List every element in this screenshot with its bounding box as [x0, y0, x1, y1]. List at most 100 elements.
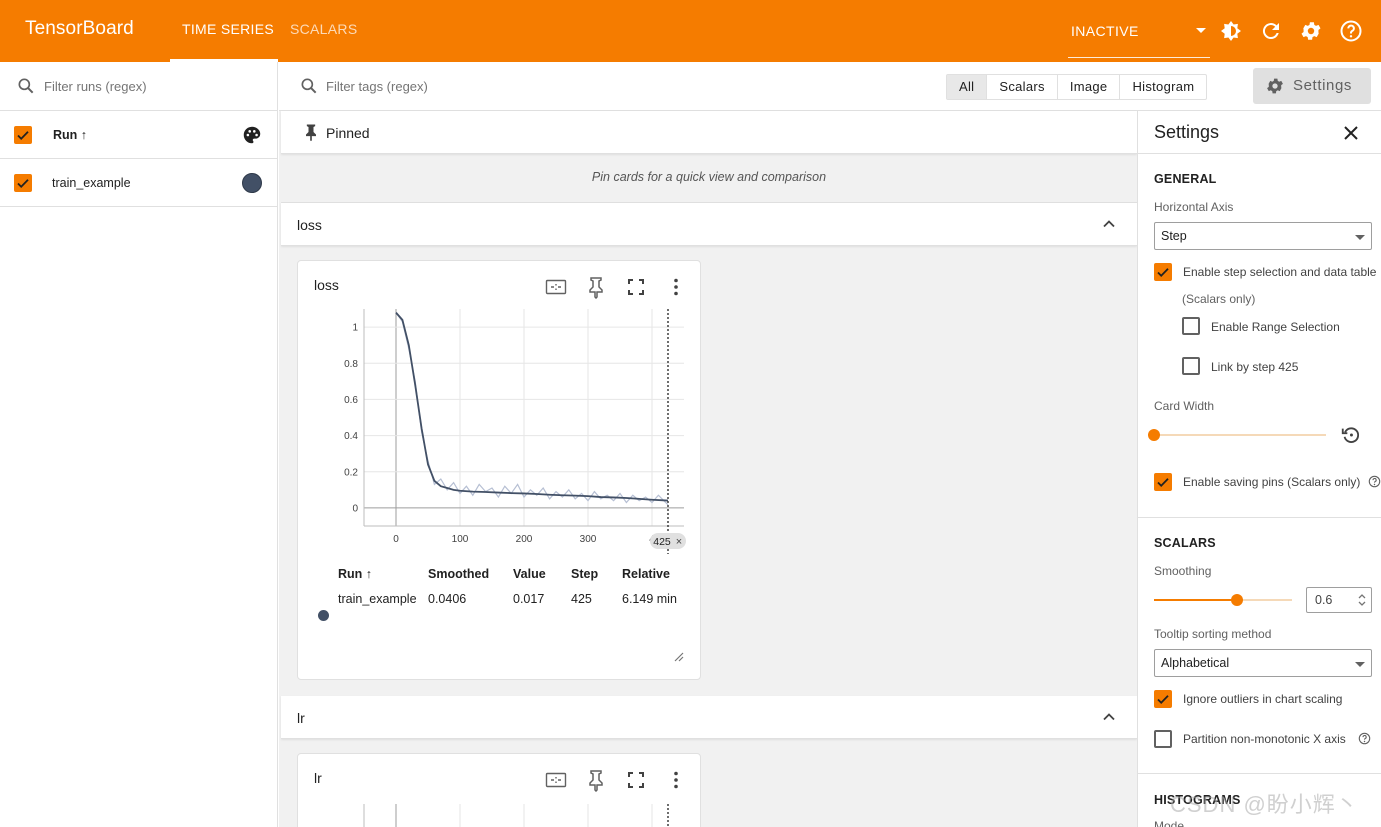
- horizontal-axis-label: Horizontal Axis: [1154, 200, 1234, 214]
- tooltip-sort-label: Tooltip sorting method: [1154, 627, 1272, 641]
- run-name: train_example: [52, 176, 131, 190]
- scalars-heading: SCALARS: [1154, 536, 1216, 550]
- pinned-empty-message: Pin cards for a quick view and compariso…: [281, 154, 1137, 203]
- runs-filter[interactable]: Filter runs (regex): [0, 62, 277, 111]
- y-tick-label: 1: [352, 323, 358, 334]
- data-table-header-run[interactable]: Run ↑: [338, 567, 372, 581]
- fit-domain-icon[interactable]: [544, 768, 568, 792]
- settings-toggle-button[interactable]: Settings: [1253, 68, 1371, 104]
- brightness-icon[interactable]: [1219, 19, 1243, 43]
- card-width-slider-thumb[interactable]: [1148, 429, 1160, 441]
- run-row[interactable]: train_example: [0, 159, 277, 207]
- smoothing-slider-thumb[interactable]: [1230, 594, 1243, 606]
- x-tick-label: 100: [452, 534, 469, 545]
- fullscreen-icon[interactable]: [624, 275, 648, 299]
- runs-filter-input[interactable]: Filter runs (regex): [44, 79, 147, 94]
- group-title: loss: [297, 217, 322, 233]
- tooltip-sort-select[interactable]: Alphabetical: [1154, 649, 1372, 677]
- tab-time-series[interactable]: TIME SERIES: [182, 21, 274, 37]
- partition-nonmonotonic-checkbox[interactable]: [1154, 730, 1172, 748]
- chevron-up-icon[interactable]: [1101, 216, 1117, 232]
- tab-scalars[interactable]: SCALARS: [290, 21, 357, 37]
- loss-line-chart[interactable]: 0100200300400.20.40.60.81425×: [298, 301, 700, 566]
- plugin-status-dropdown[interactable]: INACTIVE: [1068, 22, 1210, 58]
- data-table-cell-smoothed: 0.0406: [428, 592, 467, 606]
- enable-saving-pins-checkbox[interactable]: [1154, 473, 1172, 491]
- horizontal-axis-value: Step: [1161, 229, 1187, 243]
- search-icon: [18, 78, 34, 94]
- link-by-step-checkbox[interactable]: [1182, 357, 1200, 375]
- x-tick-label: 0: [393, 534, 399, 545]
- smoothing-label: Smoothing: [1154, 564, 1212, 578]
- scalar-card-lr: lr 0: [297, 753, 701, 827]
- run-checkbox[interactable]: [14, 174, 32, 192]
- settings-gear-icon[interactable]: [1299, 19, 1323, 43]
- more-vert-icon[interactable]: [664, 275, 688, 299]
- type-filter-scalars[interactable]: Scalars: [987, 75, 1058, 99]
- help-icon[interactable]: [1368, 475, 1381, 488]
- settings-gear-icon: [1267, 78, 1283, 94]
- enable-step-selection-sublabel: (Scalars only): [1182, 292, 1256, 306]
- card-group-header-loss[interactable]: loss: [281, 203, 1137, 246]
- stepper-arrows-icon[interactable]: [1357, 592, 1367, 608]
- step-marker-label: 425: [653, 536, 671, 548]
- resize-handle-icon[interactable]: [672, 650, 684, 662]
- data-table-header-smoothed[interactable]: Smoothed: [428, 567, 489, 581]
- pin-card-icon[interactable]: [584, 275, 608, 299]
- help-icon[interactable]: [1339, 19, 1363, 43]
- card-title: lr: [314, 770, 322, 786]
- smoothing-slider-fill: [1154, 599, 1237, 601]
- lr-line-chart[interactable]: 0: [298, 794, 700, 827]
- more-vert-icon[interactable]: [664, 768, 688, 792]
- settings-pane-title: Settings: [1154, 122, 1220, 142]
- run-color-dot: [318, 610, 329, 621]
- pin-icon: [306, 124, 316, 142]
- enable-step-selection-label: Enable step selection and data table: [1183, 265, 1377, 279]
- type-filter-image[interactable]: Image: [1058, 75, 1121, 99]
- pin-card-icon[interactable]: [584, 768, 608, 792]
- enable-range-selection-label: Enable Range Selection: [1211, 320, 1340, 334]
- fit-domain-icon[interactable]: [544, 275, 568, 299]
- help-icon[interactable]: [1358, 732, 1371, 745]
- link-by-step-label: Link by step 425: [1211, 360, 1299, 374]
- run-color-swatch[interactable]: [242, 173, 262, 193]
- y-tick-label: 0.6: [344, 395, 358, 406]
- data-table-header-relative[interactable]: Relative: [622, 567, 670, 581]
- time-series-main: Filter tags (regex) All Scalars Image Hi…: [279, 62, 1381, 827]
- ignore-outliers-label: Ignore outliers in chart scaling: [1183, 692, 1343, 706]
- chevron-up-icon[interactable]: [1101, 709, 1117, 725]
- card-group-header-lr[interactable]: lr: [281, 696, 1137, 739]
- data-table-cell-step: 425: [571, 592, 592, 606]
- palette-icon[interactable]: [241, 124, 263, 146]
- top-app-bar: TensorBoard TIME SERIES SCALARS INACTIVE: [0, 0, 1381, 62]
- data-table-cell-relative: 6.149 min: [622, 592, 677, 606]
- smoothing-number-input[interactable]: 0.6: [1306, 587, 1372, 613]
- runs-panel: Filter runs (regex) Run ↑ train_example: [0, 62, 278, 827]
- type-filter-all[interactable]: All: [947, 75, 988, 99]
- card-width-label: Card Width: [1154, 399, 1215, 413]
- fullscreen-icon[interactable]: [624, 768, 648, 792]
- smoothing-value: 0.6: [1315, 593, 1333, 607]
- card-width-slider-track[interactable]: [1154, 434, 1326, 436]
- settings-button-label: Settings: [1293, 77, 1352, 94]
- enable-range-selection-checkbox[interactable]: [1182, 317, 1200, 335]
- data-table-cell-run: train_example: [338, 592, 417, 606]
- refresh-icon[interactable]: [1259, 19, 1283, 43]
- data-table-header-step[interactable]: Step: [571, 567, 598, 581]
- enable-step-selection-checkbox[interactable]: [1154, 263, 1172, 281]
- tooltip-sort-value: Alphabetical: [1161, 656, 1230, 670]
- tag-filter-bar: Filter tags (regex) All Scalars Image Hi…: [279, 62, 1381, 111]
- run-column-header[interactable]: Run ↑: [53, 128, 87, 142]
- y-tick-label: 0.8: [344, 359, 358, 370]
- reset-icon[interactable]: [1340, 424, 1362, 446]
- horizontal-axis-select[interactable]: Step: [1154, 222, 1372, 250]
- ignore-outliers-checkbox[interactable]: [1154, 690, 1172, 708]
- scalar-card-loss: loss 0100200300400.20.40.60.81425× Run ↑…: [297, 260, 701, 680]
- type-filter-histogram[interactable]: Histogram: [1120, 75, 1206, 99]
- select-all-runs-checkbox[interactable]: [14, 126, 32, 144]
- data-table-header-value[interactable]: Value: [513, 567, 546, 581]
- y-tick-label: 0: [352, 503, 358, 514]
- enable-saving-pins-label: Enable saving pins (Scalars only): [1183, 475, 1361, 489]
- close-icon[interactable]: [1342, 124, 1360, 142]
- tag-filter-input[interactable]: Filter tags (regex): [326, 79, 428, 94]
